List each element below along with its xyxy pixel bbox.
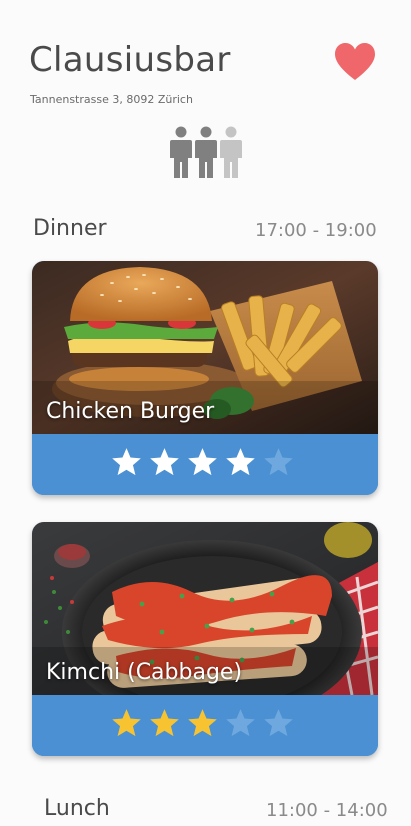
star-icon[interactable] — [224, 446, 257, 479]
heart-icon[interactable] — [334, 42, 376, 82]
restaurant-address: Tannenstrasse 3, 8092 Zürich — [30, 93, 193, 106]
person-icon — [195, 126, 217, 178]
section-time: 17:00 - 19:00 — [255, 220, 377, 241]
restaurant-name: Clausiusbar — [29, 40, 231, 80]
dish-card-chicken-burger[interactable]: Chicken Burger — [32, 261, 378, 495]
star-icon[interactable] — [262, 446, 295, 479]
dish-card-kimchi[interactable]: Kimchi (Cabbage) — [32, 522, 378, 756]
star-icon[interactable] — [110, 446, 143, 479]
dish-name: Chicken Burger — [46, 399, 215, 424]
person-icon — [220, 126, 242, 178]
section-header-dinner: Dinner 17:00 - 19:00 — [0, 216, 411, 246]
section-title: Lunch — [44, 796, 110, 821]
star-icon[interactable] — [148, 446, 181, 479]
star-icon[interactable] — [186, 707, 219, 740]
section-header-lunch: Lunch 11:00 - 14:00 — [0, 796, 411, 826]
star-icon[interactable] — [262, 707, 295, 740]
section-time: 11:00 - 14:00 — [266, 800, 388, 821]
rating-bar — [32, 695, 378, 756]
star-icon[interactable] — [110, 707, 143, 740]
star-icon[interactable] — [224, 707, 257, 740]
star-rating[interactable] — [110, 707, 300, 745]
star-icon[interactable] — [186, 446, 219, 479]
restaurant-header: Clausiusbar Tannenstrasse 3, 8092 Zürich — [0, 0, 411, 200]
people-icon — [170, 126, 242, 178]
rating-bar — [32, 434, 378, 495]
star-icon[interactable] — [148, 707, 181, 740]
section-title: Dinner — [33, 216, 107, 241]
dish-name: Kimchi (Cabbage) — [46, 660, 243, 685]
star-rating[interactable] — [110, 446, 300, 484]
person-icon — [170, 126, 192, 178]
